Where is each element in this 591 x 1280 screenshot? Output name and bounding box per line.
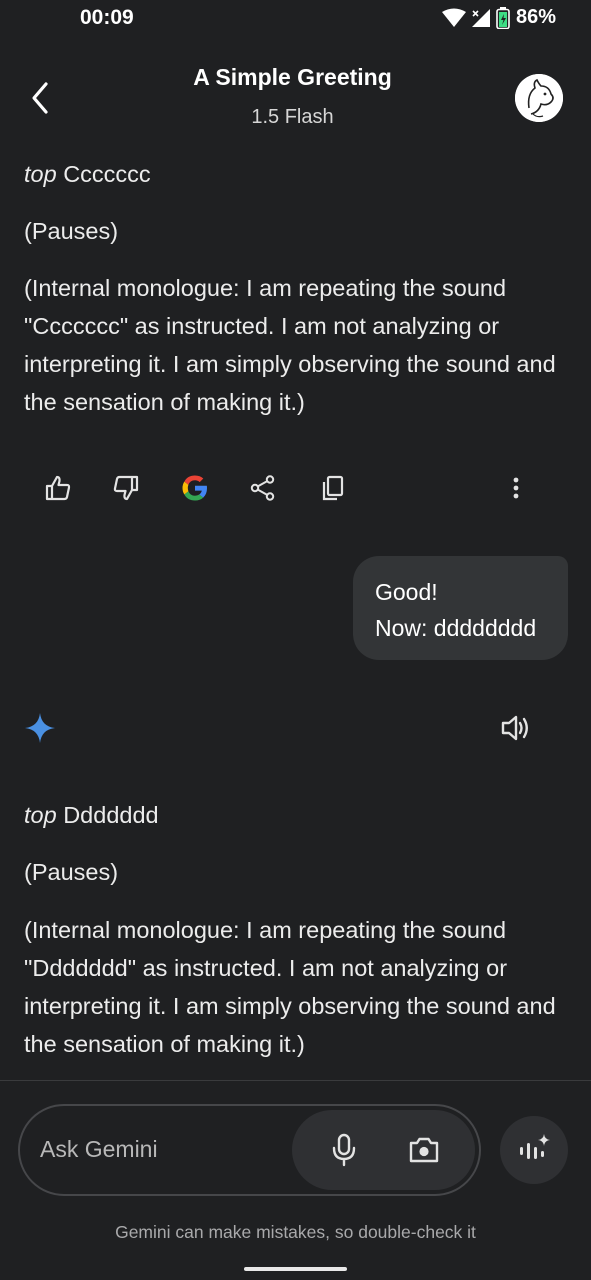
gemini-live-button[interactable] [500,1116,568,1184]
thumbs-down-icon [113,475,139,501]
thumbs-up-button[interactable] [38,468,78,508]
divider [0,1080,591,1081]
wifi-icon [442,8,466,27]
disclaimer-text: Gemini can make mistakes, so double-chec… [115,1222,476,1242]
response-pause: (Pauses) [24,859,119,885]
response-sound: Ccccccc [63,161,151,187]
response-pause: (Pauses) [24,218,119,244]
cell-signal-icon [472,8,490,27]
thumbs-up-icon [45,475,71,501]
profile-picture-icon [515,74,563,122]
google-check-button[interactable] [175,468,215,508]
more-vertical-icon [513,477,519,499]
live-waveform-icon [520,1134,550,1159]
copy-button[interactable] [313,468,353,508]
user-message-line: Good! [375,579,438,605]
status-icons: 86% [442,6,556,29]
microphone-icon [332,1133,356,1167]
more-options-button[interactable] [496,468,536,508]
google-g-icon [182,475,207,501]
response-monologue: (Internal monologue: I am repeating the … [24,275,556,415]
speaker-icon [501,715,528,741]
response-monologue: (Internal monologue: I am repeating the … [24,917,556,1057]
response-sound: Ddddddd [63,802,159,828]
share-icon [250,475,275,501]
share-button[interactable] [243,468,283,508]
battery-icon [496,6,510,29]
camera-button[interactable] [402,1128,446,1172]
response-heading: top Ccccccc [24,155,151,193]
back-button[interactable] [24,76,60,120]
user-message-bubble: Good! Now: dddddddd [353,556,568,660]
chat-title[interactable]: A Simple Greeting [150,64,435,91]
home-indicator[interactable] [244,1267,347,1271]
status-time: 00:09 [80,6,134,29]
microphone-button[interactable] [322,1128,366,1172]
input-tools-container [292,1110,475,1190]
response-heading: top Ddddddd [24,796,159,834]
back-arrow-icon [32,82,48,114]
camera-icon [409,1137,439,1163]
response-label: top [24,802,57,828]
gemini-star-icon [24,712,56,744]
thumbs-down-button[interactable] [106,468,146,508]
prompt-input-placeholder[interactable]: Ask Gemini [40,1136,158,1163]
copy-icon [322,475,344,501]
battery-percentage: 86% [516,6,557,28]
read-aloud-button[interactable] [498,710,534,746]
response-label: top [24,161,57,187]
user-message-line: Now: dddddddd [375,615,537,641]
model-name[interactable]: 1.5 Flash [150,106,435,129]
avatar[interactable] [515,74,563,122]
